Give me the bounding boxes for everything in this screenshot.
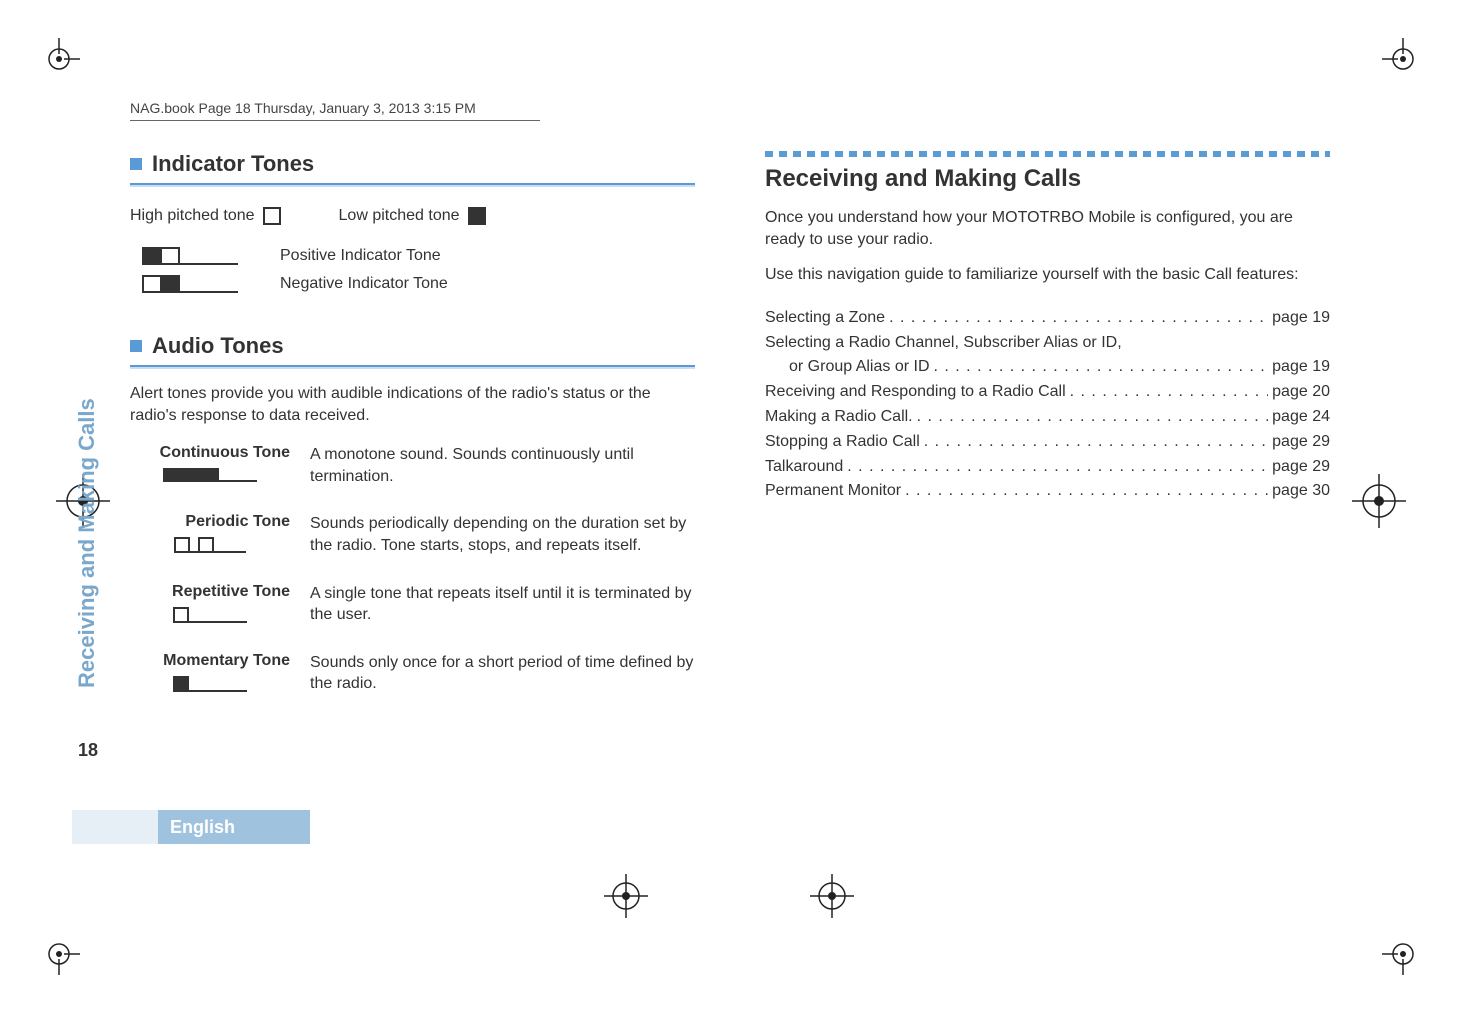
toc-row: Permanent Monitor page 30 [765, 479, 1330, 504]
audio-tones-heading: Audio Tones [152, 333, 284, 359]
section-rule [130, 365, 695, 369]
sidebar: Receiving and Making Calls [74, 328, 100, 748]
toc-label: Stopping a Radio Call [765, 430, 920, 455]
negative-indicator-icon [142, 275, 238, 293]
toc-page: page 29 [1272, 455, 1330, 480]
tone-row-continuous: Continuous Tone A monotone sound. Sounds… [130, 444, 695, 487]
periodic-tone-icon [174, 537, 246, 553]
cropmark-top-right [1382, 38, 1424, 80]
audio-tones-section: Audio Tones Alert tones provide you with… [130, 333, 695, 695]
toc-label: Selecting a Zone [765, 306, 885, 331]
toc: Selecting a Zone page 19 Selecting a Rad… [765, 306, 1330, 504]
repetitive-tone-icon [173, 607, 247, 623]
regmark-bottom-left [604, 874, 648, 923]
tone-desc: A single tone that repeats itself until … [310, 583, 695, 626]
cropmark-bottom-left [38, 933, 80, 975]
cropmark-top-left [38, 38, 80, 80]
sidebar-section-title: Receiving and Making Calls [74, 328, 100, 688]
section-intro-1: Once you understand how your MOTOTRBO Mo… [765, 207, 1330, 250]
toc-page: page 29 [1272, 430, 1330, 455]
section-intro-2: Use this navigation guide to familiarize… [765, 264, 1330, 286]
toc-page: page 24 [1272, 405, 1330, 430]
positive-indicator-icon [142, 247, 238, 265]
tone-row-repetitive: Repetitive Tone A single tone that repea… [130, 583, 695, 626]
toc-page: page 20 [1272, 380, 1330, 405]
indicator-tones-heading: Indicator Tones [152, 151, 314, 177]
page-number: 18 [72, 740, 104, 761]
low-pitched-icon [468, 207, 486, 225]
tone-label: Momentary Tone [130, 652, 290, 670]
low-pitched-label: Low pitched tone [339, 207, 460, 225]
momentary-tone-icon [173, 676, 247, 692]
tone-desc: Sounds only once for a short period of t… [310, 652, 695, 695]
tone-row-momentary: Momentary Tone Sounds only once for a sh… [130, 652, 695, 695]
audio-tones-table: Continuous Tone A monotone sound. Sounds… [130, 444, 695, 695]
toc-row: Talkaround page 29 [765, 455, 1330, 480]
toc-dots [1070, 380, 1269, 405]
section-bullet-icon [130, 158, 142, 170]
header-rule [130, 120, 540, 121]
high-pitched-label: High pitched tone [130, 207, 255, 225]
toc-label: Selecting a Radio Channel, Subscriber Al… [765, 331, 1330, 356]
toc-row-multiline: Selecting a Radio Channel, Subscriber Al… [765, 331, 1330, 381]
running-header: NAG.book Page 18 Thursday, January 3, 20… [130, 100, 1330, 116]
toc-sublabel: or Group Alias or ID [789, 355, 930, 380]
section-bullet-icon [130, 340, 142, 352]
toc-dots [917, 405, 1269, 430]
tone-desc: A monotone sound. Sounds continuously un… [310, 444, 695, 487]
tone-label: Repetitive Tone [130, 583, 290, 601]
toc-label: Permanent Monitor [765, 479, 901, 504]
toc-row: Selecting a Zone page 19 [765, 306, 1330, 331]
dashed-rule [765, 151, 1330, 157]
negative-indicator-label: Negative Indicator Tone [280, 275, 448, 293]
toc-dots [847, 455, 1268, 480]
high-pitched-icon [263, 207, 281, 225]
toc-label: Receiving and Responding to a Radio Call [765, 380, 1066, 405]
section-rule [130, 183, 695, 187]
audio-tones-intro: Alert tones provide you with audible ind… [130, 383, 695, 426]
section-title: Receiving and Making Calls [765, 165, 1330, 193]
toc-page: page 30 [1272, 479, 1330, 504]
toc-row: Stopping a Radio Call page 29 [765, 430, 1330, 455]
toc-page: page 19 [1272, 355, 1330, 380]
toc-label: Making a Radio Call. [765, 405, 913, 430]
left-column: Indicator Tones High pitched tone Low pi… [130, 151, 695, 721]
toc-dots [924, 430, 1268, 455]
tone-label: Periodic Tone [130, 513, 290, 531]
cropmark-bottom-right [1382, 933, 1424, 975]
toc-row: Making a Radio Call. page 24 [765, 405, 1330, 430]
tone-row-periodic: Periodic Tone Sounds periodically depend… [130, 513, 695, 556]
toc-dots [905, 479, 1268, 504]
toc-label: Talkaround [765, 455, 843, 480]
tone-legend: High pitched tone Low pitched tone [130, 207, 695, 225]
indicator-tones-section: Indicator Tones High pitched tone Low pi… [130, 151, 695, 293]
continuous-tone-icon [163, 468, 257, 482]
tone-label: Continuous Tone [130, 444, 290, 462]
toc-dots [889, 306, 1268, 331]
right-column: Receiving and Making Calls Once you unde… [765, 151, 1330, 721]
positive-indicator-label: Positive Indicator Tone [280, 247, 441, 265]
regmark-bottom-right [810, 874, 854, 923]
toc-page: page 19 [1272, 306, 1330, 331]
tone-desc: Sounds periodically depending on the dur… [310, 513, 695, 556]
toc-row: Receiving and Responding to a Radio Call… [765, 380, 1330, 405]
regmark-right [1352, 474, 1406, 533]
toc-dots [934, 355, 1269, 380]
